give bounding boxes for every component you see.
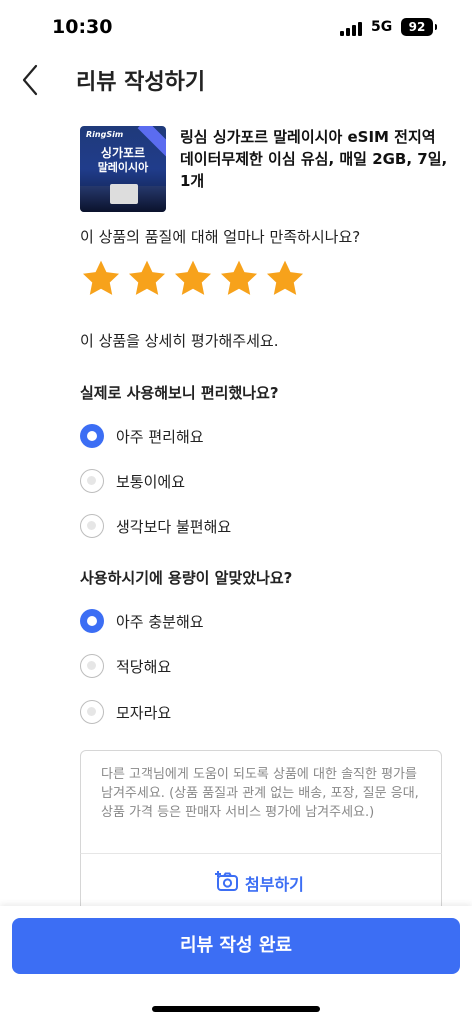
q2-option-2[interactable]: 적당해요 xyxy=(80,652,380,682)
q2-option-3[interactable]: 모자라요 xyxy=(80,698,380,728)
q1-option-label: 아주 편리해요 xyxy=(116,428,204,446)
network-type: 5G xyxy=(371,19,393,35)
q1-option-3[interactable]: 생각보다 불편해요 xyxy=(80,512,380,542)
radio-checked-icon[interactable] xyxy=(80,424,104,448)
signal-icon xyxy=(340,22,366,36)
star-icon[interactable] xyxy=(126,258,168,300)
q2-option-label: 아주 충분해요 xyxy=(116,613,204,631)
star-icon[interactable] xyxy=(218,258,260,300)
attach-label: 첨부하기 xyxy=(245,875,304,894)
radio-checked-icon[interactable] xyxy=(80,609,104,633)
star-icon[interactable] xyxy=(172,258,214,300)
q2-option-label: 모자라요 xyxy=(116,704,172,722)
star-icon[interactable] xyxy=(80,258,122,300)
radio-unchecked-icon[interactable] xyxy=(80,654,104,678)
back-button[interactable] xyxy=(16,62,46,98)
q1-question: 실제로 사용해보니 편리했나요? xyxy=(80,384,279,402)
q1-option-label: 보통이에요 xyxy=(116,473,186,491)
q2-question: 사용하시기에 용량이 알맞았나요? xyxy=(80,569,293,587)
q1-option-1[interactable]: 아주 편리해요 xyxy=(80,422,380,452)
camera-add-icon xyxy=(215,871,238,891)
header: 리뷰 작성하기 xyxy=(0,56,472,104)
detail-prompt: 이 상품을 상세히 평가해주세요. xyxy=(80,332,279,350)
home-indicator[interactable] xyxy=(152,1006,320,1012)
q1-option-2[interactable]: 보통이에요 xyxy=(80,467,380,497)
review-textarea[interactable]: 다른 고객님에게 도움이 되도록 상품에 대한 솔직한 평가를 남겨주세요. (… xyxy=(80,750,442,854)
rating-question: 이 상품의 품질에 대해 얼마나 만족하시나요? xyxy=(80,228,361,246)
thumb-logo: RingSim xyxy=(86,130,124,139)
star-rating[interactable] xyxy=(80,258,310,304)
submit-review-button[interactable]: 리뷰 작성 완료 xyxy=(12,918,460,974)
radio-unchecked-icon[interactable] xyxy=(80,514,104,538)
product-summary: RingSim 싱가포르 말레이시아 링심 싱가포르 말레이시아 eSIM 전지… xyxy=(80,126,450,216)
battery-icon: 92 xyxy=(401,18,437,36)
thumb-line2: 말레이시아 xyxy=(97,161,149,174)
status-bar: 10:30 5G 92 xyxy=(0,0,472,56)
q1-option-label: 생각보다 불편해요 xyxy=(116,518,232,536)
q2-option-label: 적당해요 xyxy=(116,658,172,676)
page-title: 리뷰 작성하기 xyxy=(76,70,206,95)
star-icon[interactable] xyxy=(264,258,306,300)
q2-option-1[interactable]: 아주 충분해요 xyxy=(80,607,380,637)
esim-card-icon xyxy=(110,184,138,204)
product-title: 링심 싱가포르 말레이시아 eSIM 전지역 데이터무제한 이심 유심, 매일 … xyxy=(180,128,448,190)
product-thumbnail: RingSim 싱가포르 말레이시아 xyxy=(80,126,166,212)
chevron-left-icon xyxy=(22,64,38,96)
radio-unchecked-icon[interactable] xyxy=(80,700,104,724)
radio-unchecked-icon[interactable] xyxy=(80,469,104,493)
status-time: 10:30 xyxy=(52,16,113,38)
attach-button[interactable]: 첨부하기 xyxy=(80,853,442,909)
